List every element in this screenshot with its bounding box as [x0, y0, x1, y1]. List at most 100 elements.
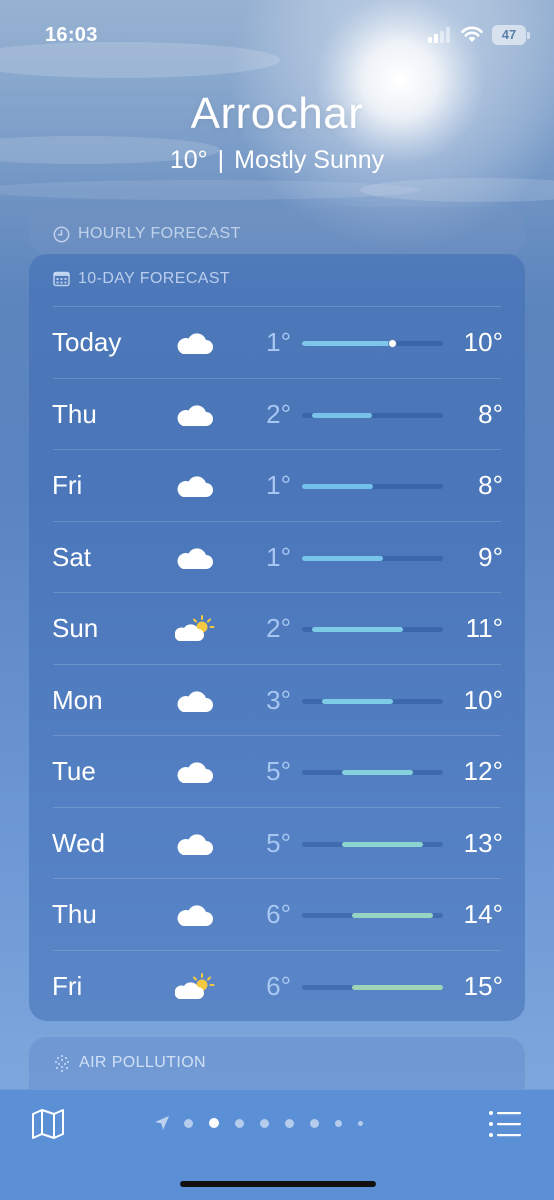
forecast-low-temp: 1°	[266, 541, 291, 572]
forecast-high-temp: 14°	[463, 899, 503, 929]
air-pollution-header: AIR POLLUTION	[53, 1053, 206, 1073]
page-dot[interactable]	[260, 1118, 269, 1128]
forecast-low-temp: 2°	[266, 398, 291, 429]
forecast-day: Wed	[52, 827, 105, 858]
map-icon[interactable]	[31, 1108, 65, 1140]
forecast-low-temp: 3°	[266, 684, 291, 715]
page-dot[interactable]	[209, 1118, 219, 1128]
air-pollution-title: AIR POLLUTION	[79, 1054, 207, 1071]
cloud-icon	[175, 758, 215, 786]
partly-sunny-icon	[174, 972, 215, 1001]
forecast-high-temp: 8°	[478, 398, 503, 429]
forecast-high-temp: 10°	[463, 327, 503, 357]
temperature-range-track	[302, 412, 443, 418]
temperature-range-track	[302, 841, 443, 847]
forecast-row: Today 1° 10°	[29, 307, 525, 379]
forecast-high-temp: 8°	[478, 470, 503, 500]
forecast-low-temp: 2°	[266, 613, 291, 643]
hourly-forecast-card[interactable]: HOURLY FORECAST	[29, 207, 525, 255]
cloud-icon	[175, 830, 215, 858]
cloud-icon	[175, 901, 215, 929]
temperature-range-track	[302, 555, 443, 561]
status-bar: 16:03 47	[0, 0, 554, 70]
page-dot[interactable]	[235, 1118, 244, 1128]
forecast-low-temp: 5°	[266, 756, 291, 786]
forecast-row: Thu 2° 8°	[29, 379, 525, 450]
temperature-range-bar	[312, 412, 373, 418]
home-indicator	[180, 1181, 376, 1187]
current-temperature: 10°	[169, 146, 208, 174]
current-temperature-marker	[388, 339, 398, 348]
forecast-row: Fri 6° 15°	[29, 951, 525, 1023]
ten-day-forecast-title: 10-DAY FORECAST	[78, 270, 231, 287]
temperature-range-bar	[342, 841, 423, 847]
forecast-day: Fri	[52, 970, 83, 1001]
forecast-row: Wed 5° 13°	[29, 808, 525, 879]
temperature-range-track	[302, 770, 443, 775]
forecast-day: Tue	[52, 756, 96, 786]
wifi-icon	[461, 26, 483, 42]
cloud-icon	[175, 401, 215, 429]
hourly-forecast-header: HOURLY FORECAST	[53, 224, 241, 244]
air-dots-icon	[55, 1055, 69, 1072]
temperature-range-bar	[322, 698, 393, 704]
page-dot[interactable]	[335, 1119, 342, 1127]
cloud-icon	[175, 472, 215, 500]
forecast-row: Thu 6° 14°	[29, 879, 525, 951]
forecast-day: Sun	[52, 613, 99, 643]
ten-day-forecast-header: 10-DAY FORECAST	[53, 269, 230, 289]
forecast-row: Mon 3° 10°	[29, 665, 525, 736]
list-icon[interactable]	[488, 1110, 522, 1138]
page-dot[interactable]	[310, 1118, 319, 1128]
forecast-high-temp: 10°	[463, 684, 503, 715]
status-time: 16:03	[45, 24, 98, 46]
cellular-signal-icon	[428, 27, 450, 43]
battery-level: 47	[492, 25, 526, 45]
forecast-day: Thu	[52, 899, 97, 929]
forecast-high-temp: 11°	[465, 613, 503, 643]
ten-day-forecast-card[interactable]: 10-DAY FORECAST Today 1° 10° Thu 2° 8° Fri 1° 8°…	[29, 254, 525, 1021]
temperature-range-track	[302, 913, 443, 918]
temperature-range-bar	[302, 555, 383, 561]
hourly-forecast-title: HOURLY FORECAST	[78, 225, 241, 242]
location-header: Arrochar 10° | Mostly Sunny	[0, 86, 554, 176]
current-summary: 10° | Mostly Sunny	[169, 146, 385, 174]
forecast-low-temp: 5°	[266, 827, 291, 858]
current-condition: Mostly Sunny	[234, 146, 385, 174]
calendar-icon	[53, 271, 70, 287]
forecast-high-temp: 12°	[463, 756, 503, 786]
cloud-icon	[175, 329, 215, 357]
temperature-range-track	[302, 484, 443, 489]
forecast-low-temp: 6°	[266, 970, 291, 1001]
battery-icon: 47	[492, 25, 530, 45]
forecast-high-temp: 9°	[478, 541, 503, 572]
forecast-day: Mon	[52, 684, 103, 715]
forecast-high-temp: 13°	[463, 827, 503, 858]
page-dot[interactable]	[358, 1120, 363, 1126]
temperature-range-track	[302, 984, 443, 990]
page-dot[interactable]	[184, 1118, 193, 1128]
temperature-range-track	[302, 698, 443, 704]
forecast-day: Sat	[52, 541, 92, 572]
forecast-high-temp: 15°	[463, 970, 503, 1001]
forecast-day: Today	[52, 327, 122, 357]
location-arrow-icon[interactable]	[154, 1115, 170, 1131]
temperature-range-bar	[352, 913, 433, 918]
forecast-low-temp: 1°	[266, 327, 291, 357]
temperature-range-track	[302, 339, 443, 348]
temperature-range-bar	[352, 984, 443, 990]
page-indicator[interactable]	[154, 1113, 363, 1133]
forecast-row: Sat 1° 9°	[29, 522, 525, 593]
forecast-low-temp: 1°	[266, 470, 291, 500]
temperature-range-bar	[302, 484, 373, 489]
partly-sunny-icon	[174, 615, 215, 643]
forecast-day: Thu	[52, 398, 97, 429]
temperature-range-bar	[342, 770, 413, 775]
temperature-range-track	[302, 627, 443, 632]
temperature-range-bar	[312, 627, 403, 632]
forecast-day: Fri	[52, 470, 83, 500]
clock-icon	[53, 226, 70, 242]
cloud-icon	[175, 544, 215, 572]
temperature-range-bar	[302, 341, 393, 346]
page-dot[interactable]	[285, 1118, 294, 1128]
